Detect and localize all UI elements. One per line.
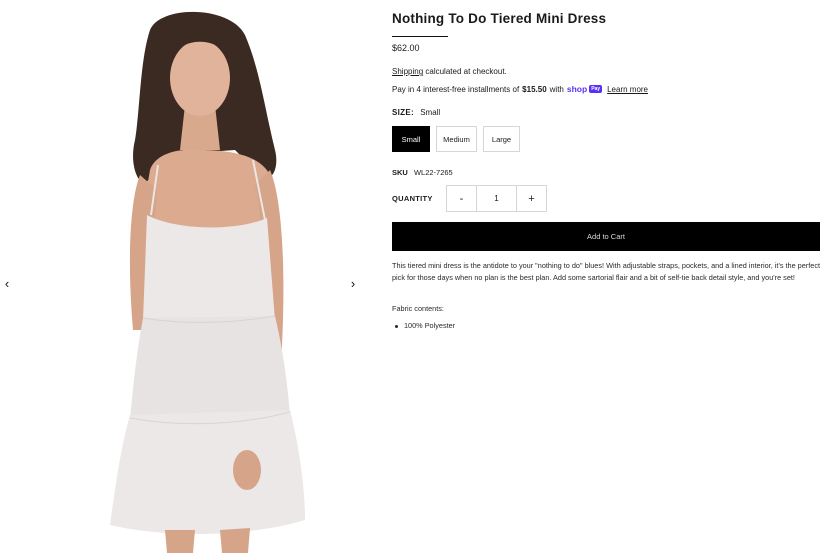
shop-logo-text: shop <box>566 84 588 94</box>
fabric-item-text: 100% Polyester <box>404 321 456 330</box>
size-selector-label: SIZE: Small <box>392 108 440 117</box>
quantity-stepper: - 1 + <box>446 185 547 212</box>
fabric-list: 100% Polyester <box>392 321 455 330</box>
size-selected-value: Small <box>420 108 441 117</box>
shipping-text: calculated at checkout. <box>425 67 507 76</box>
shipping-link[interactable]: Shipping <box>392 67 423 76</box>
size-options: Small Medium Large <box>392 126 520 152</box>
size-option-medium[interactable]: Medium <box>436 126 477 152</box>
gallery-prev-button[interactable]: ‹ <box>0 276 14 292</box>
shop-pay-badge: Pay <box>589 85 603 93</box>
sku-value: WL22-7265 <box>413 168 453 177</box>
installments-amount: $15.50 <box>522 84 547 94</box>
add-to-cart-button[interactable]: Add to Cart <box>392 222 820 251</box>
installments-text: Pay in 4 interest-free installments of <box>392 84 520 94</box>
fabric-label: Fabric contents: <box>392 304 444 313</box>
sku-label: SKU <box>392 168 408 177</box>
learn-more-link[interactable]: Learn more <box>607 85 648 94</box>
product-description: This tiered mini dress is the antidote t… <box>392 261 820 282</box>
sku-row: SKU WL22-7265 <box>392 168 453 177</box>
title-divider <box>392 36 448 37</box>
quantity-label: QUANTITY <box>392 194 433 203</box>
bullet-icon <box>395 325 398 328</box>
quantity-row: QUANTITY - 1 + <box>392 185 547 212</box>
list-item: 100% Polyester <box>392 321 455 330</box>
quantity-input[interactable]: 1 <box>476 186 517 211</box>
product-photo <box>110 11 305 553</box>
size-option-large[interactable]: Large <box>483 126 520 152</box>
shipping-note: Shipping calculated at checkout. <box>392 67 507 76</box>
product-gallery: ‹ › <box>0 0 370 553</box>
size-option-small[interactable]: Small <box>392 126 430 152</box>
quantity-increase-button[interactable]: + <box>517 186 546 211</box>
shop-pay-logo: shop Pay <box>566 84 603 94</box>
product-title: Nothing To Do Tiered Mini Dress <box>392 11 607 26</box>
chevron-left-icon: ‹ <box>4 276 10 291</box>
chevron-right-icon: › <box>350 276 356 291</box>
installments-note: Pay in 4 interest-free installments of $… <box>392 84 648 94</box>
product-price: $62.00 <box>392 43 420 53</box>
installments-with: with <box>549 84 564 94</box>
quantity-decrease-button[interactable]: - <box>447 186 476 211</box>
gallery-next-button[interactable]: › <box>346 276 360 292</box>
size-label: SIZE: <box>392 108 414 117</box>
